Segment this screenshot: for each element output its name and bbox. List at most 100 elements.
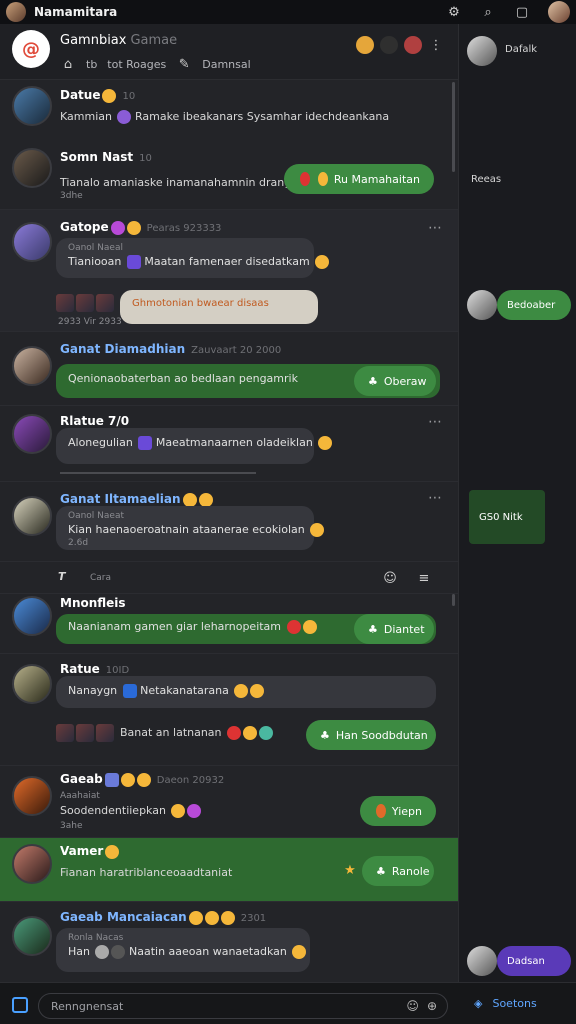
message-feed[interactable]: @ Gamnbiax Gamae ⌂ tb tot Roages ✎ Damnsa… (0, 24, 458, 982)
thumbnail-caption: 2933 Vir 2933 (58, 317, 122, 327)
message-bubble: Nanaygn Netakanatarana (56, 676, 436, 708)
channel-subnav: ⌂ tb tot Roages ✎ Damnsal (60, 56, 251, 72)
message-bubble: Oanol Naeat Kian haenaoeroatnain ataaner… (56, 506, 325, 550)
avatar[interactable] (12, 776, 52, 816)
author-name[interactable]: Gaeab Daeon 20932 (60, 772, 224, 787)
avatar[interactable] (12, 148, 52, 188)
avatar[interactable] (12, 346, 52, 386)
message-group: Gaeab Mancaiacan 2301 Ronla Nacas Han Naa… (0, 902, 458, 982)
avatar[interactable] (12, 414, 52, 454)
author-name[interactable]: Gatope Pearas 923333 (60, 220, 221, 235)
user-avatar[interactable] (548, 1, 570, 23)
search-icon[interactable]: ⌕ (480, 4, 496, 20)
author-name[interactable]: Gaeab Mancaiacan 2301 (60, 910, 266, 925)
message-text: Tianalo amaniaske inamanahamnin drangara… (60, 176, 317, 189)
message-input[interactable]: Renngnensat ☺ ⊕ (38, 993, 448, 1019)
message-text: Soodendentiiepkan (60, 804, 202, 818)
side-card[interactable]: GS0 Nitk (469, 490, 545, 544)
side-avatar[interactable] (467, 946, 497, 976)
message-group: Rlatue 7/0 ⋯ Alonegulian Maeatmanaarnen … (0, 406, 458, 482)
message-group: Gatope Pearas 923333 ⋯ Oanol Naeal Tianio… (0, 210, 458, 332)
star-icon[interactable]: ★ (342, 862, 358, 878)
apps-icon[interactable] (12, 997, 28, 1013)
scrollbar[interactable] (452, 82, 455, 172)
avatar[interactable] (12, 596, 52, 636)
side-avatar[interactable] (467, 290, 497, 320)
subnav-item-1[interactable]: tb (86, 58, 97, 71)
copy-icon[interactable]: ▢ (514, 4, 530, 20)
thread-toolbar: T Cara ☺ ≡ (0, 562, 458, 594)
avatar[interactable] (12, 844, 52, 884)
message-text: Kammian Ramake ibeakanars Sysamhar idech… (60, 110, 390, 124)
member-avatar[interactable] (356, 36, 374, 54)
avatar[interactable] (12, 86, 52, 126)
avatar[interactable] (12, 664, 52, 704)
avatar[interactable] (12, 496, 52, 536)
message-sub: 3ahe (60, 821, 83, 831)
author-name[interactable]: Somn Nast 10 (60, 150, 152, 164)
top-bar: Namamitara ⚙ ⌕ ▢ (0, 0, 576, 24)
avatar[interactable] (12, 916, 52, 956)
side-label: Reeas (471, 174, 502, 185)
author-name[interactable]: Ratue 10ID (60, 662, 129, 676)
attach-icon[interactable]: ⊕ (427, 999, 437, 1013)
message-sub: Aaahaiat (60, 791, 100, 801)
side-panel: Dafalk Reeas Bedoaber GS0 Nitk Dadsan (458, 24, 576, 982)
settings-icon[interactable]: ⚙ (446, 4, 462, 20)
divider (60, 472, 256, 474)
message-text: Fianan haratriblanceoaadtaniat (60, 866, 233, 879)
app-logo[interactable] (6, 2, 26, 22)
member-avatar[interactable] (380, 36, 398, 54)
channel-logo[interactable]: @ (12, 30, 50, 68)
message-sub: 3dhe (60, 191, 83, 201)
side-pill[interactable]: Dadsan (497, 946, 571, 976)
message-group: Datue 10 Kammian Ramake ibeakanars Sysamh… (0, 80, 458, 210)
home-icon[interactable]: ⌂ (60, 56, 76, 72)
reply-button[interactable]: ♣ Ranole (362, 856, 434, 886)
channel-name: Gamnbiax Gamae (60, 33, 178, 48)
author-name[interactable]: Datue 10 (60, 88, 135, 103)
emoji-icon[interactable]: ☺ (382, 570, 398, 586)
author-name[interactable]: Rlatue 7/0 (60, 414, 129, 428)
thumbnail-strip[interactable] (56, 294, 114, 312)
options-label[interactable]: Soetons (492, 997, 536, 1010)
chat-icon[interactable]: ◈ (474, 997, 482, 1010)
more-icon[interactable]: ⋯ (428, 220, 442, 236)
emoji-icon[interactable]: ☺ (406, 999, 419, 1013)
reply-button[interactable]: Yiepn (360, 796, 436, 826)
message-bubble: Alonegulian Maeatmanaarnen oladeiklan (56, 428, 333, 464)
reply-button[interactable]: ♣ Diantet (354, 614, 434, 644)
more-icon[interactable]: ⋯ (428, 490, 442, 506)
app-window: Namamitara ⚙ ⌕ ▢ @ Gamnbiax Gamae ⌂ tb to… (0, 0, 576, 1024)
reply-button[interactable]: Ru Mamahaitan (284, 164, 434, 194)
toolbar-label: Cara (90, 573, 112, 583)
reply-button[interactable]: ♣ Han Soodbdutan (306, 720, 436, 750)
pin-icon[interactable]: ✎ (176, 56, 192, 72)
reply-button[interactable]: ♣ Oberaw (354, 366, 436, 396)
thumbnail-strip[interactable] (56, 724, 114, 742)
avatar[interactable] (12, 222, 52, 262)
scrollbar-thumb[interactable] (452, 594, 455, 606)
author-name[interactable]: Vamer (60, 844, 120, 859)
message-group: Mnonfleis Naanianam gamen giar leharnope… (0, 594, 458, 654)
author-name[interactable]: Ganat Diamadhian Zauvaart 20 2000 (60, 342, 281, 356)
more-icon[interactable]: ⋮ (428, 37, 444, 53)
composer-bar: Renngnensat ☺ ⊕ ◈ Soetons (0, 982, 576, 1024)
more-icon[interactable]: ⋯ (428, 414, 442, 430)
highlight-pill[interactable]: Ghmotonian bwaear disaas (120, 290, 318, 324)
author-name[interactable]: Mnonfleis (60, 596, 126, 610)
message-text: Banat an latnanan (120, 726, 274, 740)
toolbar-t: T (58, 570, 66, 583)
member-avatar[interactable] (404, 36, 422, 54)
menu-icon[interactable]: ≡ (416, 570, 432, 586)
message-bubble: Oanol Naeal Tianiooan Maatan famenaer di… (56, 238, 330, 278)
message-group: Gaeab Daeon 20932 Aaahaiat Soodendentiiep… (0, 766, 458, 838)
subnav-item-2[interactable]: tot Roages (107, 58, 166, 71)
author-name[interactable]: Ganat Iltamaelian (60, 492, 213, 507)
side-name[interactable]: Dafalk (505, 44, 537, 55)
message-group: Ganat Diamadhian Zauvaart 20 2000 Qeniona… (0, 332, 458, 406)
side-avatar[interactable] (467, 36, 497, 66)
side-pill[interactable]: Bedoaber (497, 290, 571, 320)
subnav-item-3[interactable]: Damnsal (202, 58, 250, 71)
app-title: Namamitara (34, 5, 118, 19)
